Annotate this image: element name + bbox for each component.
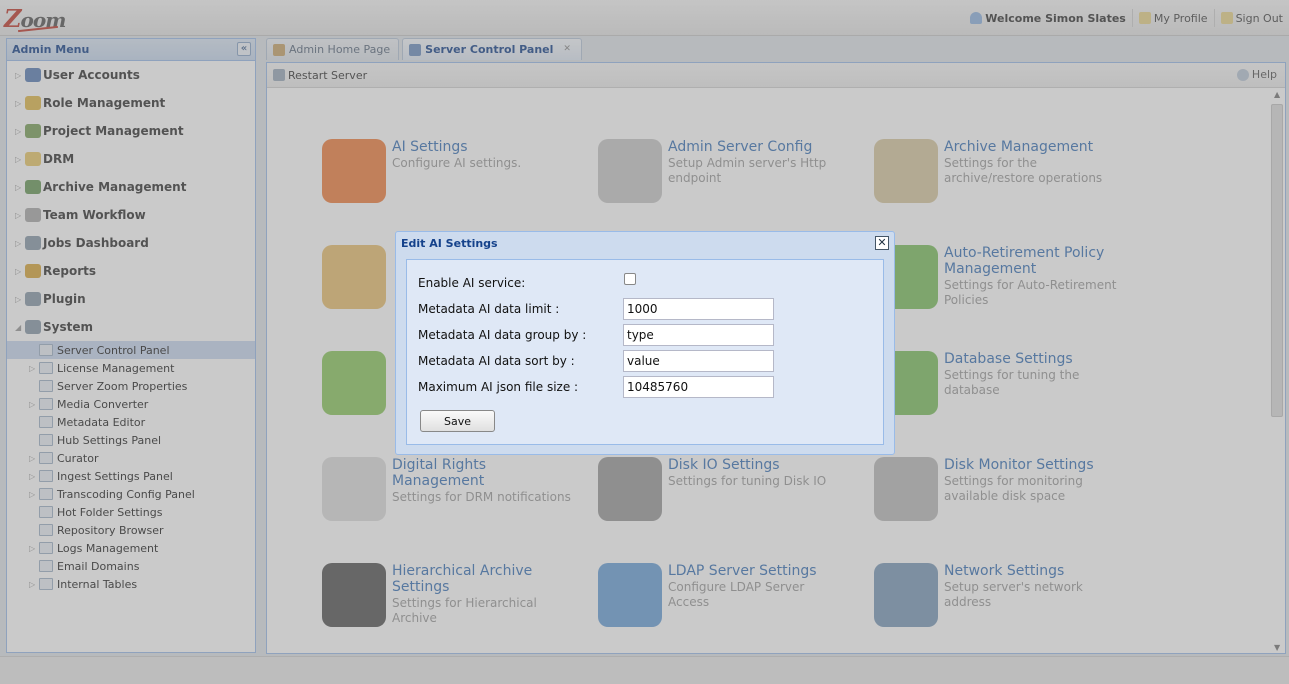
edit-ai-settings-dialog: Edit AI Settings ✕ Enable AI service: Me… [395,231,895,455]
sort-by-input[interactable] [623,350,774,372]
save-button[interactable]: Save [420,410,495,432]
dialog-form: Enable AI service: Metadata AI data limi… [406,259,884,445]
dialog-title: Edit AI Settings [401,237,498,250]
data-limit-input[interactable] [623,298,774,320]
max-file-size-row: Maximum AI json file size : [418,376,878,398]
group-by-label: Metadata AI data group by : [418,328,587,342]
max-file-size-input[interactable] [623,376,774,398]
enable-ai-row: Enable AI service: [418,272,878,294]
data-limit-label: Metadata AI data limit : [418,302,560,316]
close-dialog-button[interactable]: ✕ [875,236,889,250]
group-by-row: Metadata AI data group by : [418,324,878,346]
enable-ai-label: Enable AI service: [418,276,526,290]
enable-ai-checkbox[interactable] [624,273,636,285]
sort-by-row: Metadata AI data sort by : [418,350,878,372]
group-by-input[interactable] [623,324,774,346]
max-file-size-label: Maximum AI json file size : [418,380,579,394]
data-limit-row: Metadata AI data limit : [418,298,878,320]
sort-by-label: Metadata AI data sort by : [418,354,575,368]
